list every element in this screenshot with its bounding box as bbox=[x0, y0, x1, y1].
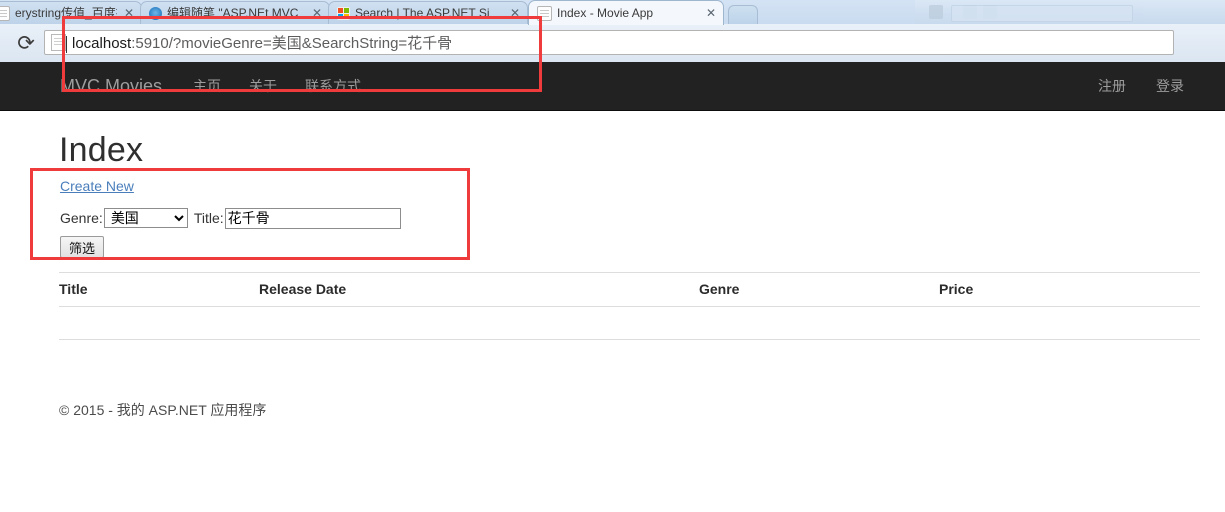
chrome-extension-icon[interactable] bbox=[929, 5, 943, 19]
table-row bbox=[59, 306, 1200, 340]
url-host: localhost bbox=[72, 35, 132, 52]
browser-tab-3[interactable]: Search | The ASP.NET Si ✕ bbox=[328, 1, 528, 24]
page-icon bbox=[0, 5, 10, 21]
filter-submit-button[interactable]: 筛选 bbox=[60, 236, 104, 258]
browser-tab-4-active[interactable]: Index - Movie App ✕ bbox=[528, 0, 724, 25]
reload-icon[interactable]: ⟳ bbox=[14, 32, 38, 56]
text-caret bbox=[66, 36, 67, 53]
new-tab-button[interactable] bbox=[728, 5, 758, 24]
page-icon bbox=[51, 34, 66, 51]
browser-tab-2[interactable]: 编辑随笔 "ASP.NEt MVC ✕ bbox=[140, 1, 330, 24]
browser-toolbar: ⟳ localhost:5910/?movieGenre=美国&SearchSt… bbox=[0, 24, 1225, 63]
navbar-brand[interactable]: MVC Movies bbox=[60, 74, 162, 98]
url-path: :5910/?movieGenre=美国&SearchString=花千骨 bbox=[131, 35, 453, 52]
page-footer: © 2015 - 我的 ASP.NET 应用程序 bbox=[59, 402, 267, 418]
filter-form-row: Genre: 美国 Title: bbox=[60, 207, 401, 229]
chrome-secondary-omnibox[interactable] bbox=[951, 5, 1133, 22]
close-icon[interactable]: ✕ bbox=[705, 7, 717, 19]
site-navbar: MVC Movies 主页 关于 联系方式 注册 登录 bbox=[0, 62, 1225, 111]
browser-chrome: erystring传值_百度搜 ✕ 编辑随笔 "ASP.NEt MVC ✕ Se… bbox=[0, 0, 1225, 63]
browser-tab-1-title: erystring传值_百度搜 bbox=[15, 6, 117, 20]
address-bar[interactable]: localhost:5910/?movieGenre=美国&SearchStri… bbox=[44, 30, 1174, 55]
circle-icon bbox=[149, 6, 162, 20]
column-header-release-date: Release Date bbox=[259, 272, 699, 307]
browser-tab-1[interactable]: erystring传值_百度搜 ✕ bbox=[0, 1, 142, 24]
nav-link-home[interactable]: 主页 bbox=[193, 76, 221, 96]
tab-strip: erystring传值_百度搜 ✕ 编辑随笔 "ASP.NEt MVC ✕ Se… bbox=[0, 0, 1225, 25]
url-text: localhost:5910/?movieGenre=美国&SearchStri… bbox=[72, 32, 452, 53]
browser-tab-2-title: 编辑随笔 "ASP.NEt MVC bbox=[167, 6, 299, 20]
column-header-price: Price bbox=[939, 272, 1200, 307]
table-body-empty bbox=[59, 306, 1200, 340]
genre-label: Genre: bbox=[60, 210, 103, 226]
nav-link-contact[interactable]: 联系方式 bbox=[305, 76, 361, 96]
movies-table: Title Release Date Genre Price bbox=[59, 272, 1200, 340]
close-icon[interactable]: ✕ bbox=[311, 7, 323, 19]
create-new-link[interactable]: Create New bbox=[60, 177, 134, 195]
browser-tab-4-title: Index - Movie App bbox=[557, 6, 654, 20]
table-head: Title Release Date Genre Price bbox=[59, 272, 1200, 307]
table-cell bbox=[939, 306, 1200, 340]
page-title: Index bbox=[59, 131, 144, 169]
table-cell bbox=[259, 306, 699, 340]
browser-tab-3-title: Search | The ASP.NET Si bbox=[355, 6, 490, 20]
nav-link-register[interactable]: 注册 bbox=[1098, 76, 1126, 96]
nav-link-about[interactable]: 关于 bbox=[249, 76, 277, 96]
genre-select[interactable]: 美国 bbox=[103, 208, 188, 228]
table-header-row: Title Release Date Genre Price bbox=[59, 272, 1200, 307]
close-icon[interactable]: ✕ bbox=[123, 7, 135, 19]
chrome-background-right bbox=[915, 0, 1225, 24]
close-icon[interactable]: ✕ bbox=[509, 7, 521, 19]
title-label: Title: bbox=[193, 210, 224, 226]
column-header-title: Title bbox=[59, 272, 259, 307]
column-header-genre: Genre bbox=[699, 272, 939, 307]
title-input[interactable] bbox=[224, 207, 401, 229]
table-cell bbox=[59, 306, 259, 340]
microsoft-icon bbox=[337, 6, 350, 20]
filter-form: Genre: 美国 Title: 筛选 bbox=[60, 207, 401, 258]
table-cell bbox=[699, 306, 939, 340]
nav-link-login[interactable]: 登录 bbox=[1156, 76, 1184, 96]
page-icon bbox=[537, 5, 552, 21]
web-page: MVC Movies 主页 关于 联系方式 注册 登录 Index Create… bbox=[0, 62, 1225, 512]
